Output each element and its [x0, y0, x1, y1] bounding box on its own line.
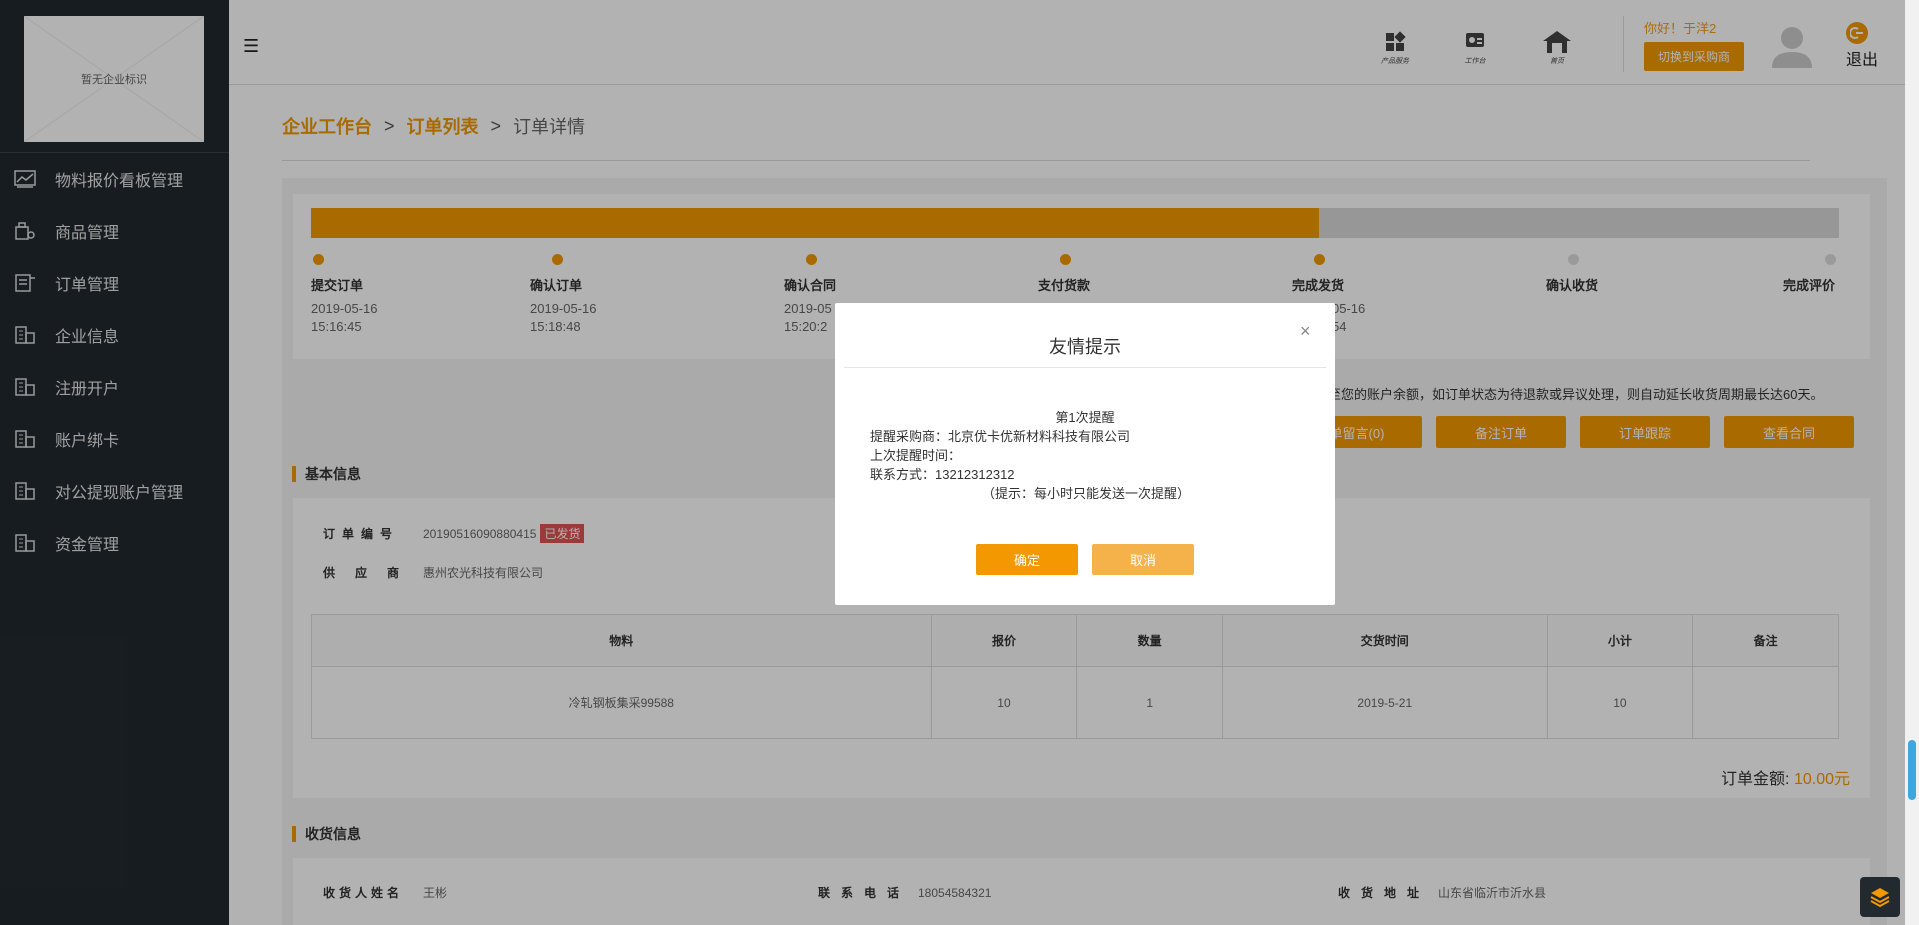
contact-info: 联系方式：13212312312: [870, 467, 1015, 482]
dialog-body: 第1次提醒 提醒采购商：北京优卡优新材料科技有限公司 上次提醒时间： 联系方式：…: [870, 408, 1300, 503]
confirm-button[interactable]: 确定: [976, 544, 1078, 575]
floating-toolbox-button[interactable]: [1860, 877, 1900, 917]
cancel-button[interactable]: 取消: [1092, 544, 1194, 575]
layers-icon: [1870, 888, 1890, 908]
reminder-buyer: 提醒采购商：北京优卡优新材料科技有限公司: [870, 429, 1131, 444]
reminder-dialog: 友情提示 × 第1次提醒 提醒采购商：北京优卡优新材料科技有限公司 上次提醒时间…: [835, 303, 1335, 605]
close-icon[interactable]: ×: [1300, 321, 1311, 342]
dialog-divider: [844, 367, 1326, 368]
scrollbar-thumb[interactable]: [1908, 740, 1916, 800]
reminder-hint: （提示：每小时只能发送一次提醒）: [982, 486, 1191, 501]
reminder-count: 第1次提醒: [1055, 410, 1115, 425]
vertical-scrollbar[interactable]: [1905, 0, 1919, 925]
dialog-title: 友情提示: [1049, 337, 1121, 357]
last-reminder-time: 上次提醒时间：: [870, 448, 962, 463]
